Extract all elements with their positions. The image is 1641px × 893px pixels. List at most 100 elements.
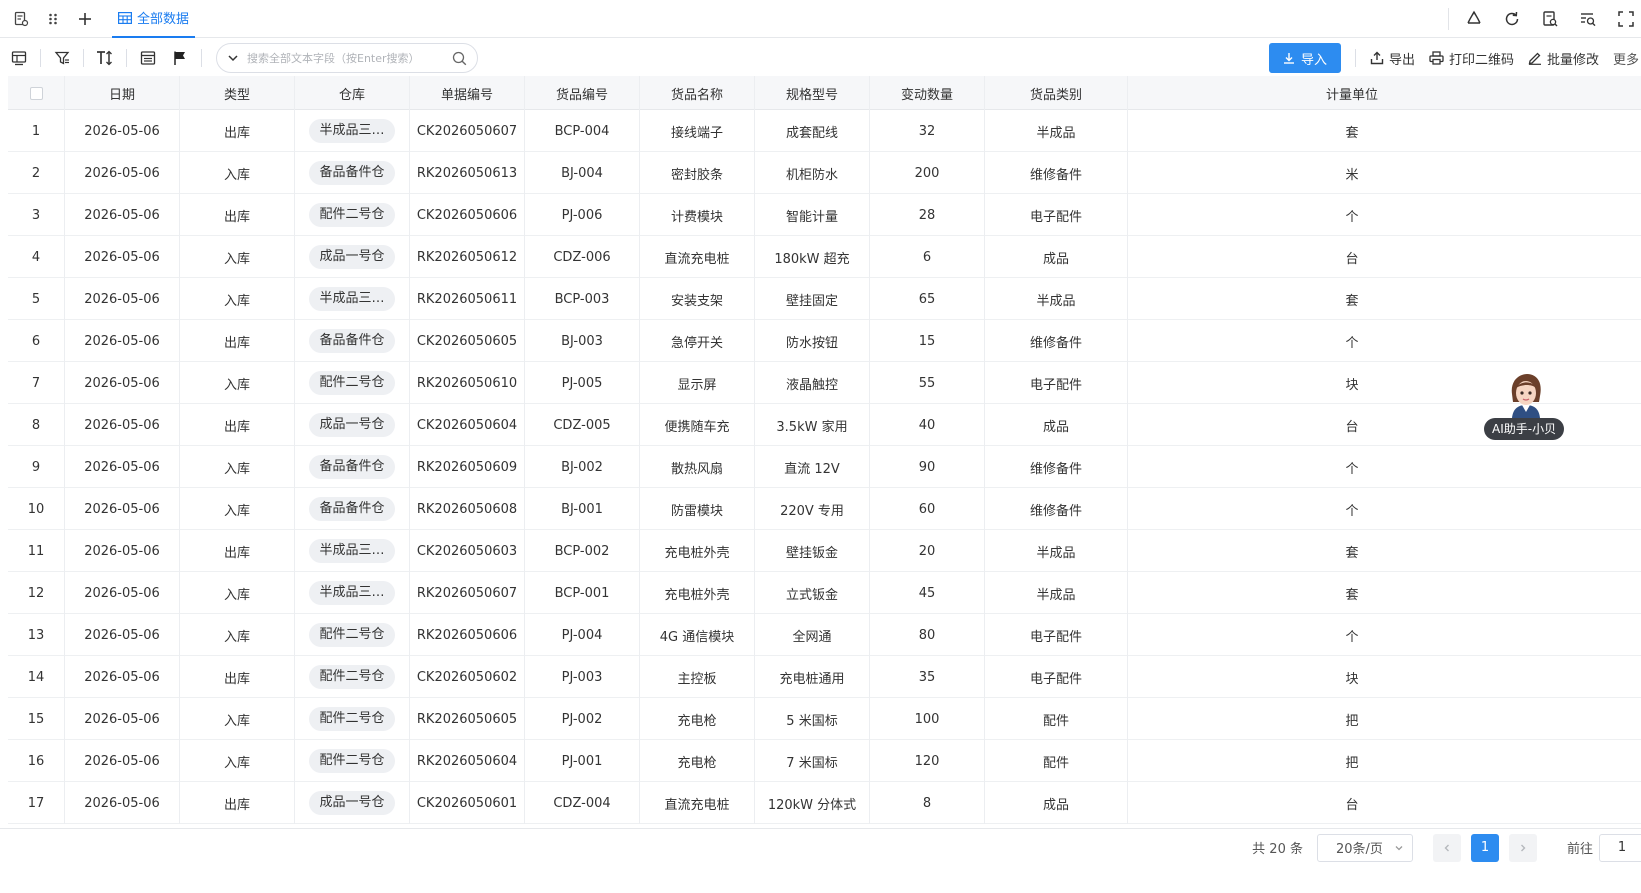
- calendar-view-icon[interactable]: [135, 45, 161, 71]
- table-cell-doc: RK2026050605: [410, 698, 525, 740]
- chevron-down-icon[interactable]: [227, 52, 239, 64]
- drag-handle-icon[interactable]: [42, 8, 64, 30]
- table-row[interactable]: 7 2026-05-06 入库 配件二号仓 RK2026050610 PJ-005 显示屏液…: [8, 362, 1641, 404]
- table-row[interactable]: 13 2026-05-06 入库 配件二号仓 RK2026050606 PJ-004 4G …: [8, 614, 1641, 656]
- page-size-select[interactable]: 20条/页: [1316, 833, 1413, 862]
- next-page-button[interactable]: [1508, 833, 1537, 862]
- assistant-label[interactable]: AI助手-小贝: [1484, 418, 1565, 440]
- table-cell-qty: 200: [870, 152, 985, 194]
- search-input[interactable]: 搜索全部文本字段（按Enter搜索）: [216, 43, 478, 73]
- ai-assistant-widget[interactable]: AI助手-小贝: [1484, 372, 1572, 440]
- table-cell-date: 2026-05-06: [65, 614, 180, 656]
- refresh-icon[interactable]: [1501, 8, 1523, 30]
- table-row[interactable]: 10 2026-05-06 入库 备品备件仓 RK2026050608 BJ-001 防雷模…: [8, 488, 1641, 530]
- table-cell-name: 便携随车充: [640, 404, 755, 446]
- table-cell-type: 入库: [180, 236, 295, 278]
- table-cell-doc: CK2026050606: [410, 194, 525, 236]
- warehouse-tag: 半成品三…: [309, 119, 395, 143]
- page-number-current[interactable]: 1: [1470, 833, 1499, 862]
- select-all-cell[interactable]: [8, 76, 65, 110]
- table-row[interactable]: 15 2026-05-06 入库 配件二号仓 RK2026050605 PJ-002 充电枪…: [8, 698, 1641, 740]
- table-cell-date: 2026-05-06: [65, 404, 180, 446]
- prev-page-button[interactable]: [1432, 833, 1461, 862]
- table-row[interactable]: 5 2026-05-06 入库 半成品三… RK2026050611 BCP-003 安装支…: [8, 278, 1641, 320]
- table-row[interactable]: 1 2026-05-06 出库 半成品三… CK2026050607 BCP-004 接线端…: [8, 110, 1641, 152]
- table-row[interactable]: 16 2026-05-06 入库 配件二号仓 RK2026050604 PJ-001 充电枪…: [8, 740, 1641, 782]
- table-cell-type: 入库: [180, 572, 295, 614]
- document-search-icon[interactable]: [1539, 8, 1561, 30]
- goto-page-input[interactable]: 1: [1599, 833, 1641, 862]
- column-header[interactable]: 计量单位: [1128, 76, 1576, 110]
- data-table: 日期 类型 仓库 单据编号 货品编号 货品名称 规格型号 变动数量 货品类别 计…: [8, 76, 1641, 826]
- table-cell-date: 2026-05-06: [65, 152, 180, 194]
- warehouse-tag: 备品备件仓: [309, 455, 395, 479]
- text-size-icon[interactable]: [92, 45, 118, 71]
- flag-icon[interactable]: [167, 45, 193, 71]
- table-cell-doc: RK2026050607: [410, 572, 525, 614]
- table-row[interactable]: 14 2026-05-06 出库 配件二号仓 CK2026050602 PJ-003 主控板…: [8, 656, 1641, 698]
- table-cell-spec: 5 米国标: [755, 698, 870, 740]
- table-row[interactable]: 6 2026-05-06 出库 备品备件仓 CK2026050605 BJ-003 急停开关…: [8, 320, 1641, 362]
- select-all-checkbox[interactable]: [29, 86, 43, 100]
- table-cell-unit: 台: [1345, 251, 1359, 267]
- column-header[interactable]: 仓库: [295, 76, 410, 110]
- column-header[interactable]: 类型: [180, 76, 295, 110]
- table-cell-name: 充电枪: [640, 698, 755, 740]
- table-row[interactable]: 12 2026-05-06 入库 半成品三… RK2026050607 BCP-001 充电…: [8, 572, 1641, 614]
- column-header[interactable]: 规格型号: [755, 76, 870, 110]
- table-cell-warehouse: 配件二号仓: [295, 740, 410, 782]
- table-cell-cat: 配件: [985, 698, 1128, 740]
- column-header[interactable]: 日期: [65, 76, 180, 110]
- table-cell-code: CDZ-005: [525, 404, 640, 446]
- filter-icon[interactable]: [49, 45, 75, 71]
- warehouse-tag: 成品一号仓: [309, 245, 395, 269]
- table-cell-warehouse: 半成品三…: [295, 110, 410, 152]
- table-cell-spec: 180kW 超充: [755, 236, 870, 278]
- assistant-avatar[interactable]: [1506, 372, 1546, 418]
- add-tab-icon[interactable]: [74, 8, 96, 30]
- tab-all-data[interactable]: 全部数据: [112, 0, 196, 38]
- form-icon[interactable]: [10, 8, 32, 30]
- table-row[interactable]: 8 2026-05-06 出库 成品一号仓 CK2026050604 CDZ-005 便携随…: [8, 404, 1641, 446]
- table-row[interactable]: 2 2026-05-06 入库 备品备件仓 RK2026050613 BJ-004 密封胶条…: [8, 152, 1641, 194]
- column-header[interactable]: 货品名称: [640, 76, 755, 110]
- table-cell-code: BCP-004: [525, 110, 640, 152]
- export-button[interactable]: 导出: [1370, 49, 1415, 68]
- table-row[interactable]: 17 2026-05-06 出库 成品一号仓 CK2026050601 CDZ-004 直流…: [8, 782, 1641, 824]
- table-cell-type: 出库: [180, 782, 295, 824]
- table-cell-qty: 28: [870, 194, 985, 236]
- table-cell-no: 8: [8, 404, 65, 446]
- table-cell-doc: RK2026050613: [410, 152, 525, 194]
- table-cell-no: 15: [8, 698, 65, 740]
- table-cell-no: 2: [8, 152, 65, 194]
- list-search-icon[interactable]: [1577, 8, 1599, 30]
- table-row[interactable]: 4 2026-05-06 入库 成品一号仓 RK2026050612 CDZ-006 直流充…: [8, 236, 1641, 278]
- table-cell-warehouse: 备品备件仓: [295, 446, 410, 488]
- search-icon[interactable]: [452, 51, 467, 66]
- table-cell-qty: 32: [870, 110, 985, 152]
- table-cell-name: 密封胶条: [640, 152, 755, 194]
- batch-edit-label: 批量修改: [1546, 52, 1599, 68]
- goto-label: 前往: [1566, 842, 1593, 857]
- view-icon[interactable]: [6, 45, 32, 71]
- column-header[interactable]: 货品编号: [525, 76, 640, 110]
- table-cell-unit: 个: [1345, 335, 1359, 351]
- import-button[interactable]: 导入: [1268, 43, 1341, 73]
- batch-edit-button[interactable]: 批量修改: [1528, 49, 1599, 68]
- print-qr-button[interactable]: 打印二维码: [1429, 49, 1514, 68]
- table-cell-date: 2026-05-06: [65, 194, 180, 236]
- fullscreen-icon[interactable]: [1615, 8, 1637, 30]
- table-cell-spec: 机柜防水: [755, 152, 870, 194]
- table-cell-spec: 7 米国标: [755, 740, 870, 782]
- table-row[interactable]: 9 2026-05-06 入库 备品备件仓 RK2026050609 BJ-002 散热风扇…: [8, 446, 1641, 488]
- column-header[interactable]: 货品类别: [985, 76, 1128, 110]
- export-label: 导出: [1388, 52, 1415, 68]
- more-button[interactable]: 更多: [1613, 49, 1641, 68]
- divider: [1354, 49, 1356, 67]
- table-row[interactable]: 3 2026-05-06 出库 配件二号仓 CK2026050606 PJ-006 计费模块…: [8, 194, 1641, 236]
- table-row[interactable]: 11 2026-05-06 出库 半成品三… CK2026050603 BCP-002 充电…: [8, 530, 1641, 572]
- recycle-icon[interactable]: [1463, 8, 1485, 30]
- column-header[interactable]: 单据编号: [410, 76, 525, 110]
- column-header[interactable]: 变动数量: [870, 76, 985, 110]
- warehouse-tag: 成品一号仓: [309, 791, 395, 815]
